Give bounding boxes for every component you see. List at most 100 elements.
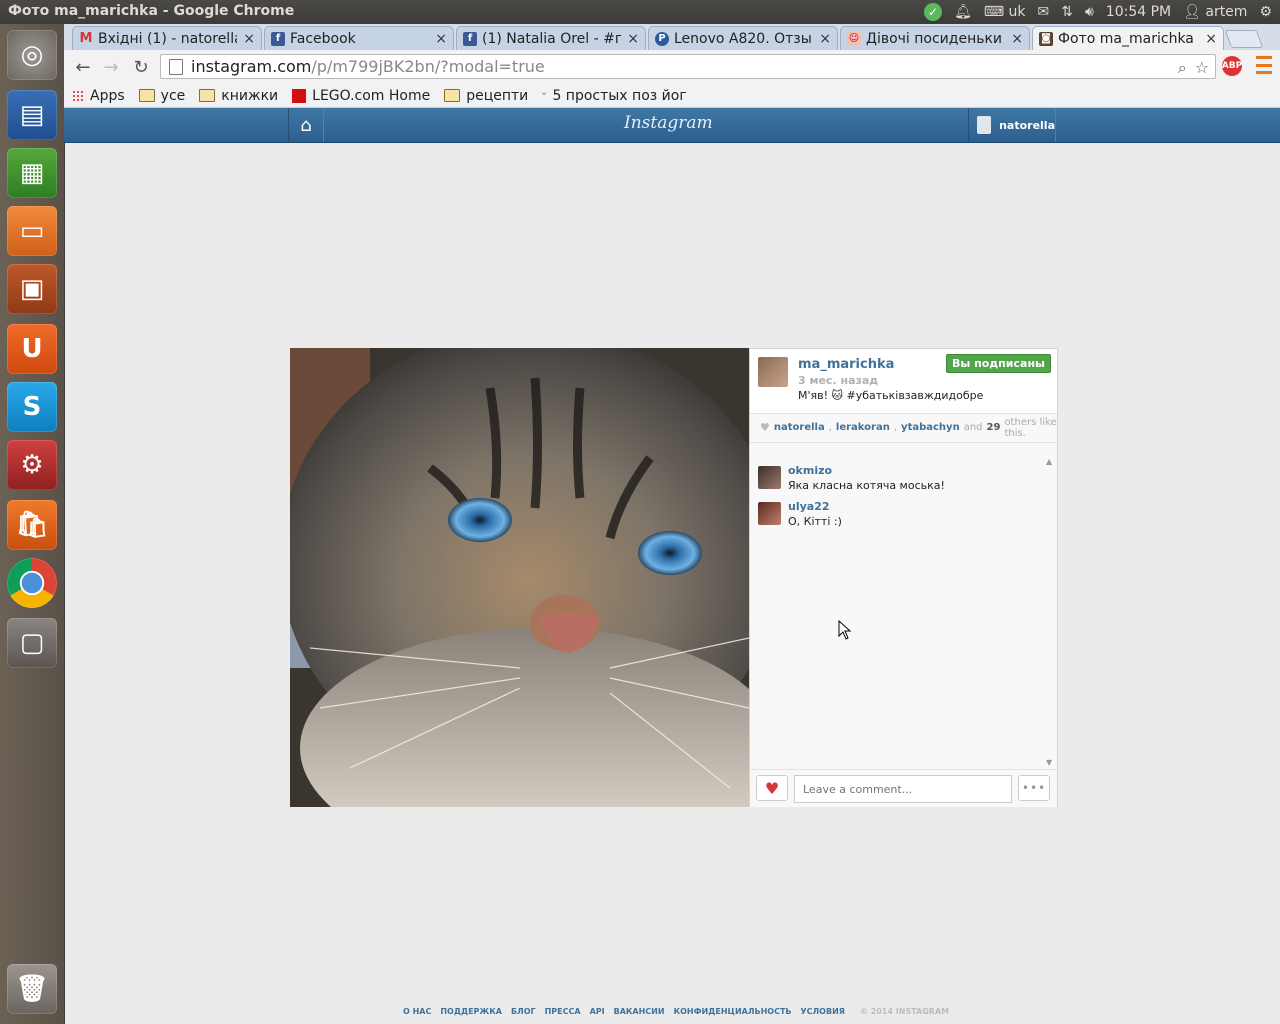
user-menu[interactable]: 👤︎ artem [1183, 4, 1247, 20]
footer-link-blog[interactable]: БЛОГ [511, 1007, 536, 1016]
tab-divochi[interactable]: ☺ Дівочі посиденьки - Р × [840, 26, 1030, 50]
window-title: Фото ma_marichka - Google Chrome [8, 3, 295, 19]
top-panel: Фото ma_marichka - Google Chrome ✓ 🔔︎ ⌨ … [0, 0, 1280, 24]
likes-count[interactable]: 29 [987, 422, 1001, 433]
tab-facebook-natalia[interactable]: f (1) Natalia Orel - #пом × [456, 26, 646, 50]
apps-grid-icon [72, 89, 84, 102]
scroll-down-icon[interactable]: ▼ [1046, 758, 1052, 767]
skype-icon[interactable]: S [7, 382, 57, 432]
user-icon: 👤︎ [1183, 4, 1206, 20]
footer-link-support[interactable]: ПОДДЕРЖКА [440, 1007, 502, 1016]
address-bar[interactable]: instagram.com/p/m799jBK2bn/?modal=true ⌕… [160, 54, 1216, 79]
tab-title: Дівочі посиденьки - Р [866, 30, 1005, 47]
bookmark-star-icon[interactable]: ☆ [1195, 58, 1209, 78]
volume-icon[interactable]: 🔊︎ [1085, 4, 1094, 20]
software-center-icon[interactable]: 🛍︎ [7, 500, 57, 550]
tab-instagram-active[interactable]: ◙ Фото ma_marichka × [1032, 26, 1224, 50]
more-options-button[interactable]: ••• [1018, 775, 1050, 801]
p-icon: P [655, 31, 669, 46]
avatar[interactable] [758, 502, 781, 525]
avatar[interactable] [758, 466, 781, 489]
footer-link-press[interactable]: ПРЕССА [545, 1007, 581, 1016]
footer-link-jobs[interactable]: ВАКАНСИИ [614, 1007, 665, 1016]
files-icon[interactable]: ▭ [7, 206, 57, 256]
bookmark-lego[interactable]: LEGO.com Home [292, 88, 430, 104]
close-icon[interactable]: × [819, 31, 831, 47]
clock[interactable]: 10:54 PM [1106, 4, 1171, 20]
scroll-up-icon[interactable]: ▲ [1046, 457, 1052, 466]
avatar[interactable] [758, 357, 788, 387]
profile-menu[interactable]: natorella [968, 108, 1056, 142]
close-icon[interactable]: × [1011, 31, 1023, 47]
post-caption: М'яв! 🐱 #убатьківзавждидобре [798, 389, 984, 402]
notification-bell-icon[interactable]: 🔔︎ [954, 4, 972, 20]
post-timestamp[interactable]: 3 мес. назад [798, 374, 878, 387]
search-icon[interactable]: ⌕ [1178, 58, 1187, 78]
update-ok-icon[interactable]: ✓ [924, 3, 943, 21]
mail-icon[interactable]: ✉ [1038, 4, 1050, 20]
network-icon[interactable]: ⇅ [1061, 4, 1073, 20]
heart-icon: ♥ [764, 778, 780, 798]
close-icon[interactable]: × [435, 31, 447, 47]
bookmark-label: Apps [90, 87, 125, 104]
back-arrow-icon[interactable]: ← [72, 56, 94, 78]
likes-summary: ♥ natorella, lerakoran, ytabachyn and 29… [750, 413, 1057, 443]
new-tab-button[interactable] [1224, 30, 1264, 48]
comment-username[interactable]: ulya22 [788, 500, 830, 513]
comment-input[interactable] [794, 775, 1012, 803]
comments-scrollbar[interactable]: ▲ ▼ [1044, 457, 1056, 767]
chrome-menu-icon[interactable] [1256, 56, 1272, 74]
avatar [977, 116, 992, 134]
post-details-panel: ma_marichka 3 мес. назад М'яв! 🐱 #убатьк… [749, 348, 1058, 807]
close-icon[interactable]: × [627, 31, 639, 47]
tab-title: Вхідні (1) - natorella@ [98, 30, 237, 47]
tab-lenovo[interactable]: P Lenovo A820. Отзывы × [648, 26, 838, 50]
bookmark-apps[interactable]: Apps [72, 88, 125, 104]
footer-link-privacy[interactable]: КОНФИДЕНЦИАЛЬНОСТЬ [674, 1007, 792, 1016]
trash-icon[interactable]: 🗑︎ [7, 964, 57, 1014]
keyboard-layout-indicator[interactable]: ⌨ uk [984, 4, 1026, 20]
dash-home-icon[interactable]: ◎ [7, 30, 57, 80]
comment-text: О, Кітті :) [788, 515, 842, 528]
chrome-icon[interactable] [7, 558, 57, 608]
workspace-switcher-icon[interactable]: ▢ [7, 618, 57, 668]
ubuntu-one-icon[interactable]: U [7, 324, 57, 374]
close-icon[interactable]: × [243, 31, 255, 47]
footer-copyright: © 2014 INSTAGRAM [859, 1007, 950, 1016]
yoga-icon: ᵕ [542, 90, 547, 101]
unity-launcher: ◎ ▤ ▦ ▭ ▣ U S ⚙ 🛍︎ ▢ 🗑︎ [0, 24, 65, 1024]
tab-gmail[interactable]: M Вхідні (1) - natorella@ × [72, 26, 262, 50]
bookmark-yoga[interactable]: ᵕ 5 простых поз йог [542, 88, 686, 104]
libreoffice-impress-icon[interactable]: ▣ [7, 264, 57, 314]
bookmark-label: 5 простых поз йог [552, 87, 687, 104]
system-settings-icon[interactable]: ⚙ [7, 440, 57, 490]
tab-title: Фото ma_marichka [1058, 30, 1194, 47]
following-button[interactable]: Вы подписаны [945, 354, 1051, 373]
adblock-plus-icon[interactable]: ABP [1222, 56, 1242, 76]
like-button[interactable]: ♥ [756, 775, 788, 801]
forward-arrow-icon[interactable]: → [100, 56, 122, 78]
facebook-icon: f [463, 31, 477, 46]
post-photo[interactable] [290, 348, 749, 807]
bookmark-folder-recepty[interactable]: рецепти [444, 88, 528, 104]
bookmark-folder-use[interactable]: усе [138, 88, 185, 104]
instagram-logo[interactable]: Instagram [624, 113, 713, 133]
like-user[interactable]: lerakoran [836, 422, 890, 433]
home-icon[interactable]: ⌂ [288, 108, 324, 142]
footer-link-terms[interactable]: УСЛОВИЯ [801, 1007, 845, 1016]
girl-icon: ☺ [847, 31, 861, 46]
libreoffice-calc-icon[interactable]: ▦ [7, 148, 57, 198]
settings-gear-icon[interactable]: ⚙ [1259, 4, 1272, 20]
comment-username[interactable]: okmizo [788, 464, 832, 477]
like-user[interactable]: natorella [774, 422, 825, 433]
tab-facebook[interactable]: f Facebook × [264, 26, 454, 50]
bookmark-folder-knyzhky[interactable]: книжки [199, 88, 278, 104]
reload-icon[interactable]: ↻ [130, 56, 152, 78]
like-user[interactable]: ytabachyn [901, 422, 960, 433]
owner-username[interactable]: ma_marichka [798, 357, 894, 372]
libreoffice-writer-icon[interactable]: ▤ [7, 90, 57, 140]
tab-title: (1) Natalia Orel - #пом [482, 30, 621, 47]
footer-link-api[interactable]: API [590, 1007, 605, 1016]
footer-link-about[interactable]: О НАС [403, 1007, 431, 1016]
close-icon[interactable]: × [1205, 31, 1217, 47]
